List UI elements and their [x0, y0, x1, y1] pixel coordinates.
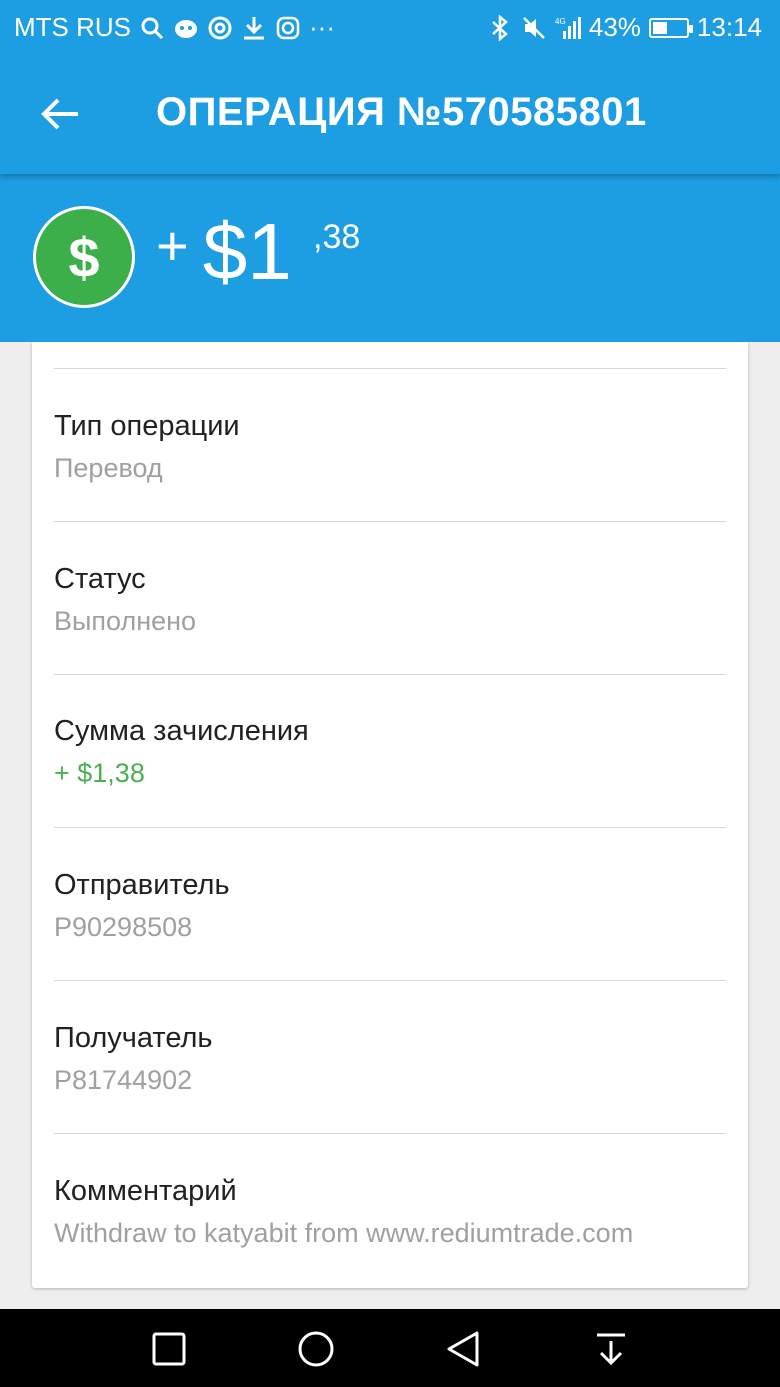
detail-row-sender: Отправитель P90298508 — [54, 871, 726, 941]
svg-text:4G: 4G — [555, 17, 566, 26]
amount-sign: + — [156, 214, 189, 277]
divider — [54, 674, 726, 675]
app-notification-icon — [173, 15, 199, 41]
recent-apps-icon[interactable] — [149, 1329, 189, 1369]
arrow-back-icon[interactable] — [36, 90, 84, 138]
detail-label: Получатель — [54, 1022, 213, 1054]
amount-cents: ,38 — [313, 218, 361, 256]
search-icon — [139, 15, 165, 41]
divider — [54, 368, 726, 369]
download-icon — [241, 15, 267, 41]
detail-label: Тип операции — [54, 410, 240, 442]
divider — [54, 827, 726, 828]
details-card: Тип операции Перевод Статус Выполнено Су… — [32, 342, 748, 1288]
amount-whole: $1 — [202, 207, 292, 296]
detail-label: Комментарий — [54, 1175, 237, 1207]
detail-value: P90298508 — [54, 912, 193, 942]
back-icon[interactable] — [443, 1329, 483, 1369]
detail-row-recipient: Получатель P81744902 — [54, 1024, 726, 1094]
instagram-icon — [275, 15, 301, 41]
app-bar: ОПЕРАЦИЯ №570585801 — [0, 52, 780, 174]
clock: 13:14 — [696, 12, 762, 42]
detail-row-operation-type: Тип операции Перевод — [54, 412, 726, 482]
detail-value: P81744902 — [54, 1065, 193, 1095]
navigation-bar — [0, 1309, 780, 1387]
dollar-icon: $ — [33, 206, 135, 308]
signal-icon: 4G — [555, 15, 581, 41]
detail-value: Перевод — [54, 453, 163, 483]
page-title: ОПЕРАЦИЯ №570585801 — [156, 90, 647, 134]
status-bar-left: MTS RUS ··· — [14, 12, 335, 43]
divider — [54, 521, 726, 522]
detail-value: Выполнено — [54, 606, 197, 636]
detail-value: Withdraw to katyabit from www.rediumtrad… — [54, 1218, 634, 1248]
dollar-icon-symbol: $ — [68, 225, 100, 289]
battery-percent: 43% — [588, 12, 641, 42]
detail-row-credit-amount: Сумма зачисления + $1,38 — [54, 717, 726, 787]
bluetooth-icon — [487, 14, 513, 41]
more-notifications-indicator: ··· — [309, 12, 335, 42]
detail-label: Отправитель — [54, 869, 230, 901]
divider — [54, 1133, 726, 1134]
at-sign-icon — [207, 15, 233, 41]
amount-display: + $1 — [156, 212, 292, 292]
battery-icon — [648, 17, 693, 38]
detail-label: Сумма зачисления — [54, 715, 309, 747]
status-bar-right: 4G 43% 13:14 — [487, 12, 762, 43]
detail-row-comment: Комментарий Withdraw to katyabit from ww… — [54, 1177, 726, 1247]
detail-value-credit: + $1,38 — [54, 758, 145, 788]
detail-row-status: Статус Выполнено — [54, 565, 726, 635]
detail-label: Статус — [54, 563, 146, 595]
mute-icon — [521, 15, 547, 41]
notification-pull-icon[interactable] — [591, 1329, 631, 1369]
divider — [54, 980, 726, 981]
carrier-name: MTS RUS — [14, 12, 131, 42]
amount-header: $ + $1 ,38 — [0, 174, 780, 342]
status-bar: MTS RUS ··· 4G 43% 13:14 — [0, 0, 780, 52]
home-icon[interactable] — [296, 1329, 336, 1369]
